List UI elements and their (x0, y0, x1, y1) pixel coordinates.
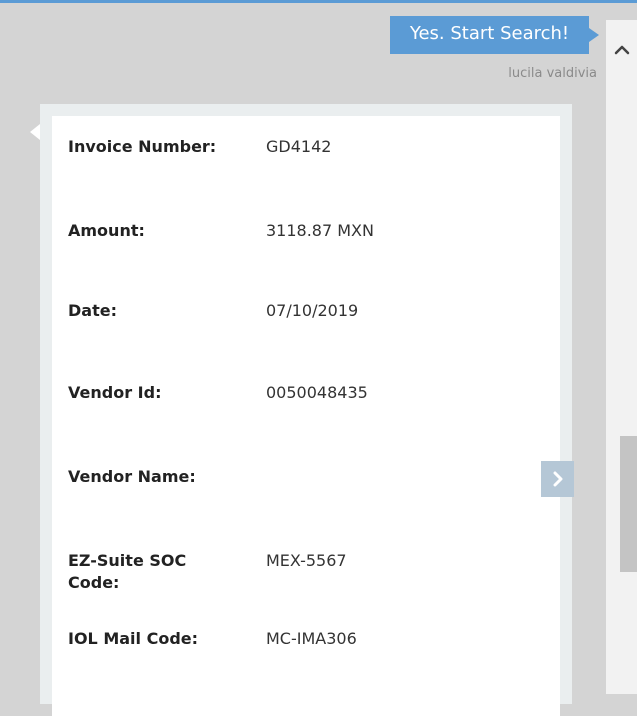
field-label: Amount: (68, 221, 145, 240)
field-label: EZ-Suite SOC Code: (68, 551, 187, 592)
field-value: GD4142 (266, 137, 332, 156)
invoice-card: Invoice Number: GD4142 Amount: 3118.87 M… (52, 116, 560, 716)
scroll-up-button[interactable] (612, 40, 632, 60)
next-card-button[interactable] (541, 461, 574, 497)
chevron-up-icon (614, 45, 630, 55)
user-message-text: Yes. Start Search! (409, 23, 570, 44)
field-label: IOL Mail Code: (68, 629, 199, 648)
field-value: 07/10/2019 (266, 301, 359, 320)
field-label: Vendor Id: (68, 383, 162, 402)
field-label: Vendor Name: (68, 467, 196, 486)
scrollbar-track[interactable] (606, 20, 637, 694)
bot-card-tail (30, 124, 40, 140)
scrollbar-thumb[interactable] (620, 436, 637, 572)
field-label: Invoice Number: (68, 137, 217, 156)
sender-name: lucila valdivia (508, 66, 597, 81)
field-value: 0050048435 (266, 383, 368, 402)
user-message-bubble: Yes. Start Search! (390, 16, 599, 54)
field-value: 3118.87 MXN (266, 221, 374, 240)
chevron-right-icon (553, 471, 563, 487)
field-label: Date: (68, 301, 117, 320)
field-value: MC-IMA306 (266, 629, 357, 648)
field-value: MEX-5567 (266, 551, 347, 570)
